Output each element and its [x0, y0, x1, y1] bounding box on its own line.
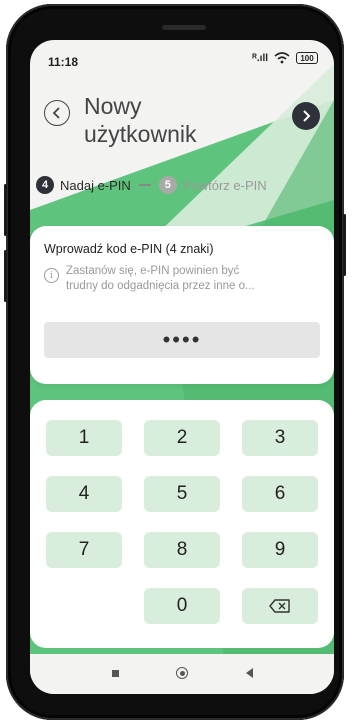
wifi-icon: [274, 52, 290, 64]
app-screen: 11:18 ᴿ.ıll 100 Nowy użytkownik 4 Nadaj …: [30, 40, 334, 694]
backspace-icon: [269, 599, 290, 613]
earpiece-speaker: [162, 25, 206, 30]
key-3[interactable]: 3: [242, 420, 318, 456]
info-icon: i: [44, 268, 59, 283]
battery-icon: 100: [296, 52, 318, 64]
chevron-left-icon: [52, 107, 60, 119]
pin-card-title: Wprowadź kod e-PIN (4 znaki): [44, 242, 214, 256]
pin-input[interactable]: ••••: [44, 322, 320, 358]
pin-hint-text: Zastanów się, e-PIN powinien być trudny …: [66, 264, 316, 294]
key-9[interactable]: 9: [242, 532, 318, 568]
status-time: 11:18: [48, 55, 79, 69]
status-bar: 11:18 ᴿ.ıll 100: [30, 40, 334, 84]
key-4[interactable]: 4: [46, 476, 122, 512]
key-5[interactable]: 5: [144, 476, 220, 512]
key-0[interactable]: 0: [144, 588, 220, 624]
next-button[interactable]: [292, 102, 320, 130]
key-7[interactable]: 7: [46, 532, 122, 568]
phone-frame: 11:18 ᴿ.ıll 100 Nowy użytkownik 4 Nadaj …: [4, 4, 346, 720]
pin-entry-card: Wprowadź kod e-PIN (4 znaki) i Zastanów …: [30, 226, 334, 384]
page-title-line2: użytkownik: [84, 121, 197, 147]
key-1[interactable]: 1: [46, 420, 122, 456]
step-separator: [138, 184, 151, 186]
back-button[interactable]: [44, 100, 70, 126]
numeric-keypad: 1 2 3 4 5 6 7 8 9 0: [30, 400, 334, 648]
home-icon[interactable]: [176, 667, 188, 679]
system-back-icon[interactable]: [246, 668, 253, 678]
step-number-current: 4: [36, 176, 54, 194]
step-number-next: 5: [158, 176, 177, 194]
pin-hint-line1: Zastanów się, e-PIN powinien być: [66, 265, 240, 277]
page-title: Nowy użytkownik: [84, 92, 196, 148]
key-8[interactable]: 8: [144, 532, 220, 568]
step-label-next: Powtórz e-PIN: [182, 177, 267, 193]
pin-hint-line2: trudny do odgadnięcia przez inne o...: [66, 280, 255, 292]
recent-apps-icon[interactable]: [112, 670, 119, 677]
chevron-right-icon: [303, 110, 311, 122]
signal-icon: ᴿ.ıll: [252, 52, 268, 64]
status-icons: ᴿ.ıll 100: [252, 52, 318, 64]
step-indicator: 4 Nadaj e-PIN 5 Powtórz e-PIN: [36, 176, 267, 194]
side-button: [4, 250, 7, 302]
step-label-current: Nadaj e-PIN: [60, 177, 131, 193]
key-6[interactable]: 6: [242, 476, 318, 512]
system-navigation-bar: [30, 654, 334, 694]
side-button: [343, 214, 346, 276]
key-2[interactable]: 2: [144, 420, 220, 456]
side-button: [4, 184, 7, 236]
backspace-key[interactable]: [242, 588, 318, 624]
page-title-line1: Nowy: [84, 93, 142, 119]
